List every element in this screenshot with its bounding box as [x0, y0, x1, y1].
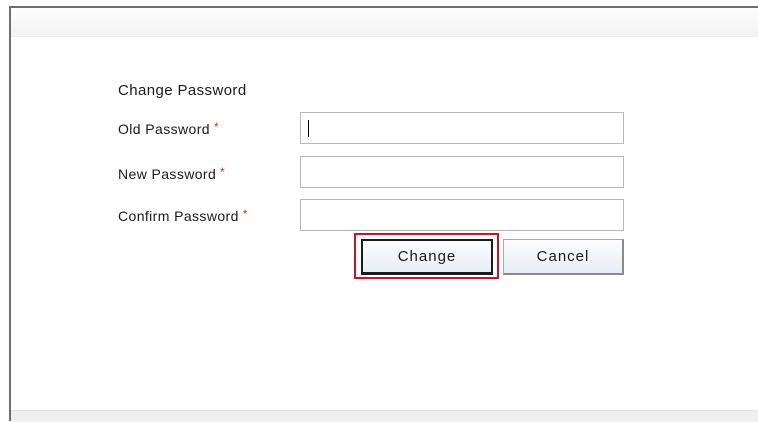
- confirm-password-input[interactable]: [300, 199, 624, 231]
- header-bar: [11, 8, 758, 37]
- old-password-label: Old Password *: [118, 120, 220, 137]
- text-cursor: [308, 120, 309, 137]
- change-button[interactable]: Change: [361, 239, 493, 275]
- form-title: Change Password: [118, 82, 247, 99]
- new-password-input[interactable]: [300, 156, 624, 188]
- old-password-label-text: Old Password: [118, 121, 210, 137]
- required-marker: *: [220, 165, 226, 179]
- required-marker: *: [213, 120, 220, 134]
- bottom-bar: [11, 410, 758, 422]
- required-marker: *: [242, 207, 248, 221]
- new-password-label-text: New Password: [118, 166, 217, 182]
- cancel-button[interactable]: Cancel: [503, 239, 624, 275]
- old-password-input[interactable]: [300, 112, 624, 144]
- confirm-password-label: Confirm Password *: [118, 207, 248, 224]
- new-password-label: New Password *: [118, 165, 226, 182]
- confirm-password-label-text: Confirm Password: [118, 208, 239, 224]
